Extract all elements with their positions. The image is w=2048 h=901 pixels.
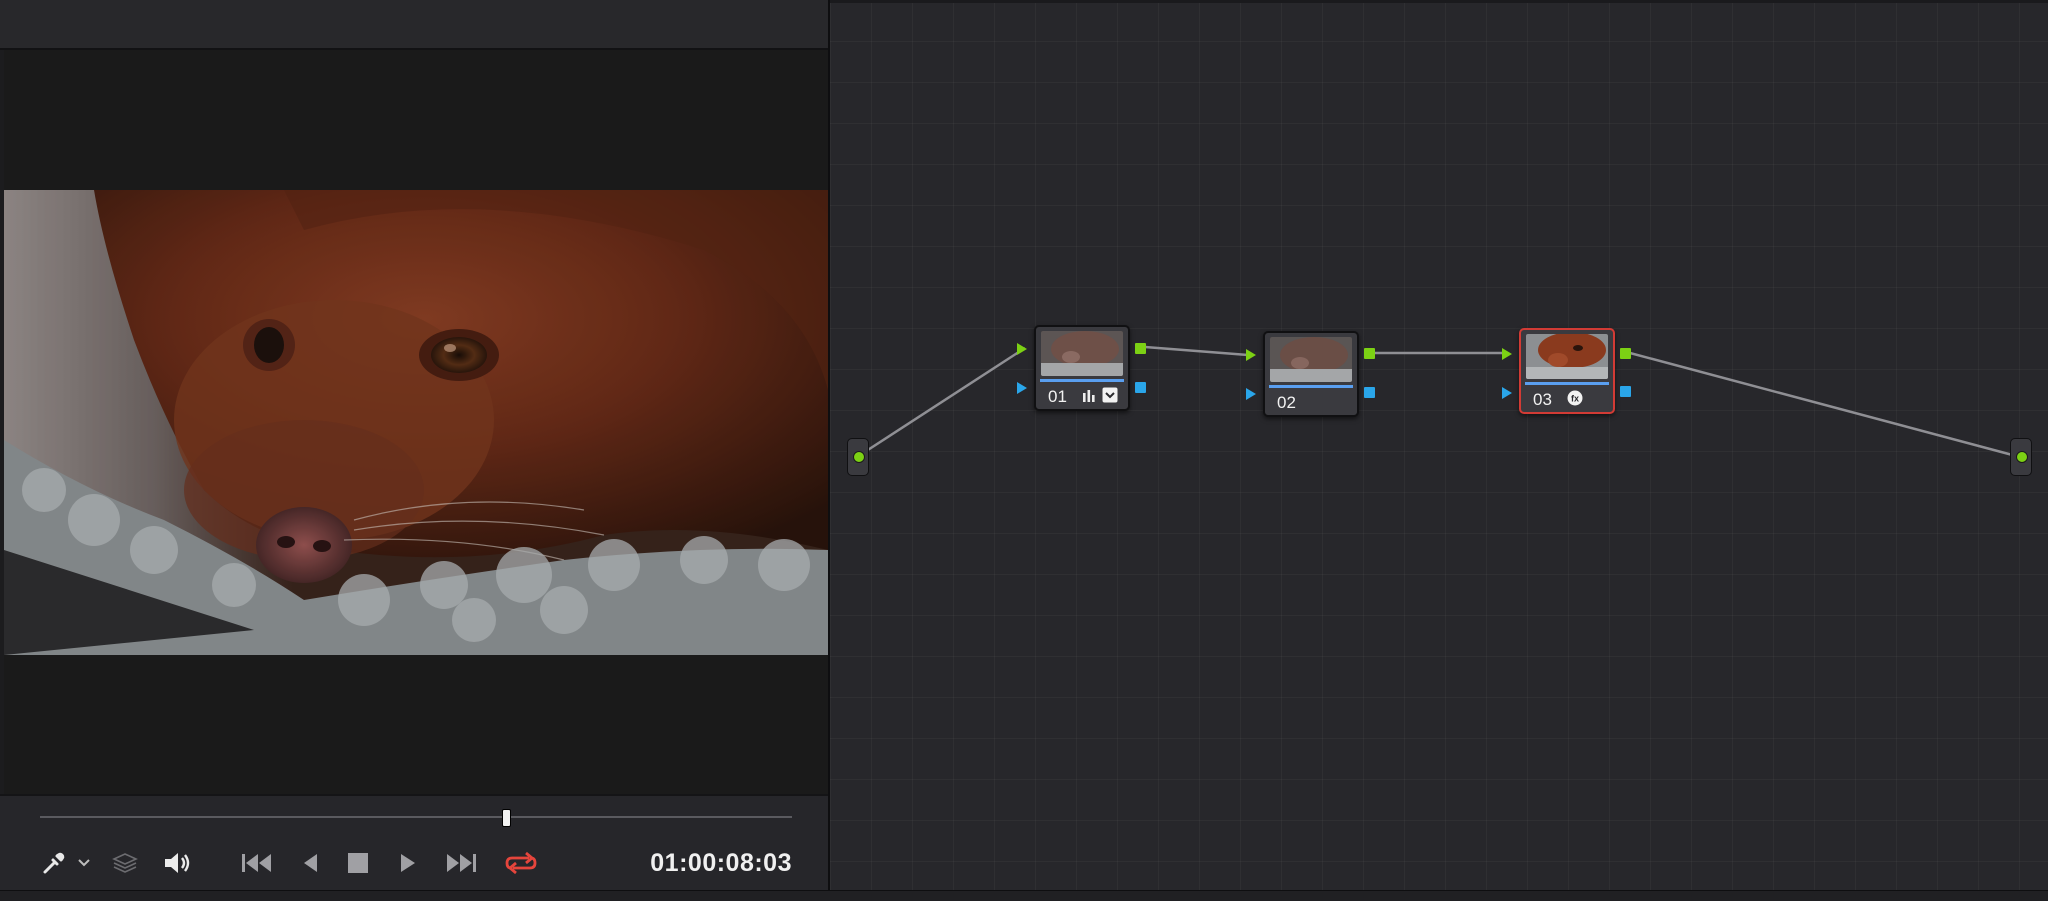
bottom-status-strip [0,890,2048,901]
bars-icon [1082,388,1096,407]
node-01-rgb-output[interactable] [1135,343,1146,354]
node-label: 01 [1048,387,1067,406]
node-progress-bar [1040,379,1124,382]
node-label: 02 [1277,393,1296,412]
node-thumbnail [1270,337,1352,382]
stop-icon[interactable] [346,848,370,878]
node-03-key-output[interactable] [1620,386,1631,397]
viewer-toolbar [0,0,828,50]
node-editor[interactable]: 01 02 03 fx [830,0,2048,890]
node-02-rgb-output[interactable] [1364,348,1375,359]
scrub-bar[interactable] [40,816,792,818]
svg-text:fx: fx [1571,394,1579,404]
speaker-icon[interactable] [162,848,192,878]
connection-node-01-to-node-02 [1144,345,1249,357]
fx-icon: fx [1567,390,1583,411]
node-thumbnail [1041,331,1123,376]
play-icon[interactable] [398,848,418,878]
connection-node-03-to-output [1629,351,2021,459]
video-frame[interactable] [4,190,828,655]
node-03-rgb-output[interactable] [1620,348,1631,359]
node-02-rgb-input-icon[interactable] [1245,348,1257,362]
node-03-rgb-input-icon[interactable] [1501,347,1513,361]
viewer-panel: 01:00:08:03 [0,0,830,892]
node-03-key-input-icon[interactable] [1501,386,1513,400]
connection-source-to-node-01 [856,346,1026,459]
node-02-key-output[interactable] [1364,387,1375,398]
transport-bar: 01:00:08:03 [0,794,828,892]
output-port[interactable] [2010,438,2032,476]
node-progress-bar [1269,385,1353,388]
skip-to-end-icon[interactable] [444,848,478,878]
loop-icon[interactable] [503,848,539,878]
source-input-port[interactable] [847,438,869,476]
node-02-key-input-icon[interactable] [1245,387,1257,401]
timecode-display: 01:00:08:03 [650,849,792,877]
skip-to-start-icon[interactable] [240,848,274,878]
node-01-key-input-icon[interactable] [1016,381,1028,395]
layers-icon[interactable] [111,848,139,878]
node-02[interactable]: 02 [1263,331,1359,417]
node-progress-bar [1525,382,1609,385]
chevron-down-icon[interactable] [76,848,92,878]
node-03[interactable]: 03 fx [1519,328,1615,414]
node-thumbnail [1526,334,1608,379]
viewer-canvas[interactable] [4,50,828,794]
step-back-icon[interactable] [300,848,320,878]
node-01-rgb-input-icon[interactable] [1016,342,1028,356]
node-01-key-output[interactable] [1135,382,1146,393]
node-label: 03 [1533,390,1552,409]
checkbox-icon[interactable] [1102,387,1118,408]
node-01[interactable]: 01 [1034,325,1130,411]
node-connections [856,345,2021,459]
playhead-handle[interactable] [502,810,510,826]
eyedropper-icon[interactable] [40,848,68,878]
video-frame-image [4,190,828,655]
